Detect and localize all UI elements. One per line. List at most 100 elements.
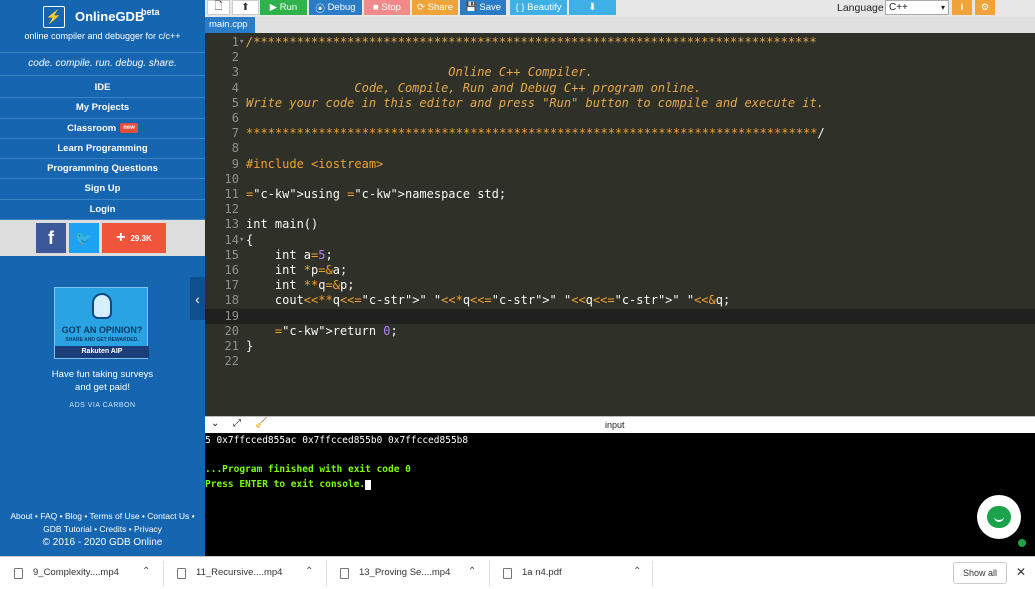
lightbulb-icon <box>92 293 112 319</box>
line-number: 22 <box>224 354 239 369</box>
console-header: ⌄ ⤢ 🧹 input <box>205 416 1035 433</box>
download-item[interactable]: 1a n4.pdf ⌃ <box>489 557 652 589</box>
code-line[interactable]: 17 int **q=&p; <box>205 278 1035 293</box>
download-button[interactable]: ⬇ <box>569 0 616 15</box>
download-item[interactable]: 11_Recursive....mp4 ⌃ <box>163 557 326 589</box>
nav-learn-programming[interactable]: Learn Programming <box>0 139 205 160</box>
code-line[interactable]: 22 <box>205 354 1035 369</box>
expand-icon[interactable]: ⤢ <box>233 418 241 429</box>
code-line[interactable]: 11 ="c-kw">using ="c-kw">namespace std; <box>205 187 1035 202</box>
share-button[interactable]: ⟳ Share <box>412 0 458 15</box>
chevron-left-icon: ‹ <box>195 290 200 307</box>
code-line[interactable]: 15 int a=5; <box>205 248 1035 263</box>
collapse-sidebar-button[interactable]: ‹ <box>190 277 205 320</box>
facebook-icon: f <box>48 227 54 248</box>
chevron-up-icon[interactable]: ⌃ <box>305 566 313 577</box>
chevron-up-icon[interactable]: ⌃ <box>142 566 150 577</box>
fold-toggle-icon[interactable]: ▾ <box>239 35 244 50</box>
code-line[interactable]: 21} <box>205 339 1035 354</box>
sidebar: ⚡ OnlineGDB beta online compiler and deb… <box>0 0 205 556</box>
tab-main-cpp[interactable]: main.cpp <box>205 17 255 33</box>
lightning-logo-icon: ⚡ <box>43 6 65 28</box>
stop-button[interactable]: ■ Stop <box>364 0 410 15</box>
beta-badge: beta <box>141 7 160 17</box>
footer-links-2[interactable]: GDB Tutorial • Credits • Privacy <box>0 523 205 536</box>
code-line[interactable]: 13 int main() <box>205 217 1035 232</box>
twitter-button[interactable]: 🐦 <box>69 223 99 253</box>
fold-toggle-icon[interactable]: ▾ <box>239 233 244 248</box>
code-text: int a=5; <box>246 247 333 262</box>
ad-via[interactable]: ADS VIA CARBON <box>0 402 205 409</box>
chevron-down-icon[interactable]: ⌄ <box>211 418 219 429</box>
code-line[interactable]: 9 #include <iostream> <box>205 157 1035 172</box>
ad-brand: Rakuten AIP <box>55 346 149 358</box>
run-button[interactable]: ▶ Run <box>260 0 307 15</box>
new-file-button[interactable]: 🗋 <box>207 0 230 15</box>
beautify-button[interactable]: { } Beautify <box>510 0 567 15</box>
clear-console-icon[interactable]: 🧹 <box>255 418 267 429</box>
console-cursor <box>365 479 372 490</box>
nav-my-projects[interactable]: My Projects <box>0 98 205 119</box>
download-item[interactable]: 9_Complexity....mp4 ⌃ <box>0 557 163 589</box>
console-output[interactable]: 5 0x7ffcced855ac 0x7ffcced855b0 0x7ffcce… <box>205 433 1035 556</box>
share-count-button[interactable]: +29.3K <box>102 223 166 253</box>
downloads-bar: 9_Complexity....mp4 ⌃ 11_Recursive....mp… <box>0 556 1035 589</box>
info-button[interactable]: i <box>952 0 972 15</box>
chevron-up-icon[interactable]: ⌃ <box>468 566 476 577</box>
download-item[interactable]: 13_Proving Se....mp4 ⌃ <box>326 557 489 589</box>
code-text: Code, Compile, Run and Debug C++ program… <box>246 80 702 95</box>
code-line[interactable]: 7 ***************************************… <box>205 126 1035 141</box>
nav-programming-questions[interactable]: Programming Questions <box>0 159 205 180</box>
close-icon[interactable]: ✕ <box>1016 565 1026 579</box>
ad-image[interactable]: GOT AN OPINION? SHARE AND GET REWARDED. … <box>54 287 149 359</box>
nav-classroom[interactable]: Classroom new <box>0 119 205 139</box>
upload-button[interactable]: ⬆ <box>232 0 259 15</box>
facebook-button[interactable]: f <box>36 223 66 253</box>
show-all-button[interactable]: Show all <box>953 562 1007 584</box>
input-label[interactable]: input <box>605 420 625 430</box>
code-line[interactable]: 20 ="c-kw">return 0; <box>205 324 1035 339</box>
code-line[interactable]: 3 Online C++ Compiler. <box>205 65 1035 80</box>
code-line[interactable]: 2 <box>205 50 1035 65</box>
code-line[interactable]: 19 <box>205 308 1035 324</box>
download-filename: 1a n4.pdf <box>522 567 562 578</box>
code-text: ="c-kw">using ="c-kw">namespace std; <box>246 187 507 201</box>
file-icon <box>14 568 23 579</box>
share-count: 29.3K <box>130 233 152 243</box>
nav-classroom-label: Classroom <box>67 122 117 134</box>
code-line[interactable]: 5 Write your code in this editor and pres… <box>205 96 1035 111</box>
press-enter-text: Press ENTER to exit console. <box>205 479 366 490</box>
download-icon: ⬇ <box>588 2 597 13</box>
nav-ide[interactable]: IDE <box>0 78 205 99</box>
code-editor[interactable]: 1 ▾/*************************************… <box>205 33 1035 416</box>
code-line[interactable]: 12 <box>205 202 1035 217</box>
chevron-up-icon[interactable]: ⌃ <box>633 566 641 577</box>
stop-label: Stop <box>381 2 401 13</box>
pdf-file-icon <box>503 568 512 579</box>
stop-icon: ■ <box>373 2 382 13</box>
footer-links[interactable]: About • FAQ • Blog • Terms of Use • Cont… <box>0 510 205 523</box>
language-value: C++ <box>889 2 908 13</box>
language-select[interactable]: C++ ▾ <box>885 0 949 15</box>
code-line[interactable]: 6 <box>205 111 1035 126</box>
brand-header[interactable]: ⚡ OnlineGDB beta online compiler and deb… <box>0 0 205 50</box>
code-line[interactable]: 14 ▾{ <box>205 233 1035 248</box>
code-line[interactable]: 18 cout<<**q<<="c-str">" "<<*q<<="c-str"… <box>205 293 1035 308</box>
ad-text[interactable]: Have fun taking surveys and get paid! <box>0 368 205 394</box>
debug-button[interactable]: ⦿ Debug <box>309 0 362 15</box>
code-line[interactable]: 10 <box>205 172 1035 187</box>
chat-button[interactable] <box>977 495 1021 539</box>
code-text: Online C++ Compiler. <box>246 65 593 80</box>
nav-sign-up[interactable]: Sign Up <box>0 179 205 200</box>
settings-button[interactable]: ⚙ <box>975 0 995 15</box>
code-line[interactable]: 8 <box>205 141 1035 156</box>
code-line[interactable]: 1 ▾/*************************************… <box>205 35 1035 50</box>
chevron-down-icon: ▾ <box>940 3 945 12</box>
code-line[interactable]: 16 int *p=&a; <box>205 263 1035 278</box>
code-text: { <box>246 232 254 247</box>
code-line[interactable]: 4 Code, Compile, Run and Debug C++ progr… <box>205 81 1035 96</box>
line-number: 18 <box>224 293 239 308</box>
save-button[interactable]: 💾 Save <box>460 0 506 15</box>
nav-login[interactable]: Login <box>0 200 205 221</box>
code-text: int **q=&p; <box>246 278 355 293</box>
